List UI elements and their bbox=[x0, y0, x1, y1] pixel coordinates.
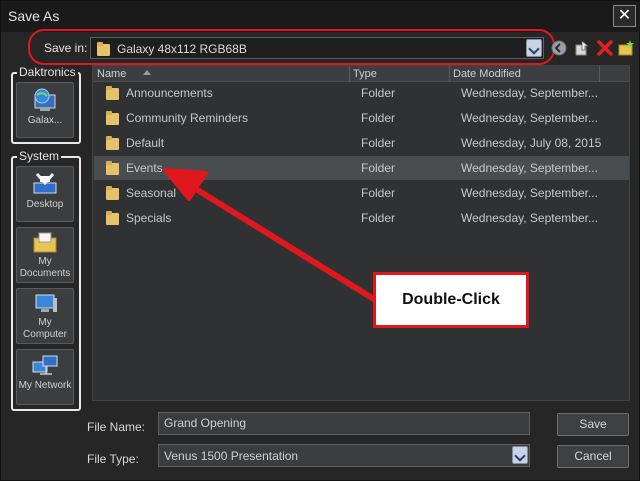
sidebar-item-my-computer[interactable]: My Computer bbox=[16, 288, 74, 344]
folder-icon bbox=[106, 111, 119, 125]
sidebar-group-system: System Desktop My Documents My Computer … bbox=[11, 149, 81, 411]
file-type-cell: Folder bbox=[361, 111, 396, 125]
annotation-arrow bbox=[163, 168, 380, 304]
file-type-dropdown[interactable]: Venus 1500 Presentation bbox=[158, 444, 530, 467]
sidebar-item-label-line1: My bbox=[38, 256, 52, 267]
sidebar-item-desktop[interactable]: Desktop bbox=[16, 166, 74, 222]
title-bar: Save As ✕ bbox=[1, 1, 640, 32]
column-header-type-label: Type bbox=[353, 68, 377, 80]
save-as-dialog: Save As ✕ Save in: Galaxy 48x112 RGB68B … bbox=[0, 0, 640, 481]
file-name-cell: Announcements bbox=[126, 86, 213, 100]
column-header-name[interactable]: Name bbox=[93, 67, 349, 81]
sidebar-item-label: Galax... bbox=[27, 115, 63, 126]
file-type-cell: Folder bbox=[361, 136, 396, 150]
folder-icon bbox=[106, 161, 119, 175]
sidebar-group-daktronics: Daktronics Galax... bbox=[11, 65, 81, 144]
save-button[interactable]: Save bbox=[557, 413, 629, 436]
sidebar-item-my-network[interactable]: My Network bbox=[16, 349, 74, 405]
documents-folder-icon bbox=[33, 232, 57, 253]
file-name-cell: Default bbox=[126, 136, 165, 150]
file-date-cell: Wednesday, September... bbox=[461, 186, 598, 200]
list-header: Name Type Date Modified bbox=[93, 66, 629, 82]
list-item[interactable]: Announcements Folder Wednesday, Septembe… bbox=[94, 81, 629, 105]
file-date-cell: Wednesday, September... bbox=[461, 161, 598, 175]
folder-icon bbox=[106, 136, 119, 150]
file-name-label: File Name: bbox=[87, 420, 146, 434]
file-type-value: Venus 1500 Presentation bbox=[164, 449, 299, 463]
folder-icon bbox=[106, 86, 119, 100]
sort-ascending-icon bbox=[143, 70, 151, 75]
network-icon bbox=[32, 355, 58, 375]
sidebar-item-label-line1: My bbox=[38, 317, 52, 328]
sidebar-item-label-line2: Documents bbox=[19, 268, 71, 279]
sidebar-item-label: My Network bbox=[18, 380, 72, 391]
delete-icon[interactable] bbox=[596, 39, 614, 57]
globe-computer-icon bbox=[34, 88, 56, 111]
close-button[interactable]: ✕ bbox=[613, 5, 636, 27]
highlight-annotation bbox=[28, 29, 555, 65]
sidebar-item-my-documents[interactable]: My Documents bbox=[16, 227, 74, 283]
new-folder-icon[interactable] bbox=[618, 39, 636, 57]
column-header-date[interactable]: Date Modified bbox=[449, 67, 599, 81]
group-label: Daktronics bbox=[17, 65, 78, 79]
file-type-cell: Folder bbox=[361, 86, 396, 100]
sidebar-item-label: Desktop bbox=[26, 199, 64, 210]
sidebar-item-galaxy[interactable]: Galax... bbox=[16, 82, 74, 138]
file-name-input[interactable]: Grand Opening bbox=[158, 412, 530, 435]
computer-icon bbox=[35, 294, 57, 312]
column-header-name-label: Name bbox=[97, 68, 127, 80]
list-item[interactable]: Default Folder Wednesday, July 08, 2015 bbox=[94, 131, 629, 155]
file-date-cell: Wednesday, September... bbox=[461, 111, 598, 125]
folder-icon bbox=[106, 211, 119, 225]
column-header-date-label: Date Modified bbox=[453, 68, 521, 80]
file-type-label: File Type: bbox=[87, 452, 139, 466]
close-icon: ✕ bbox=[617, 7, 632, 24]
chevron-down-icon[interactable] bbox=[512, 446, 528, 464]
column-separator[interactable] bbox=[599, 66, 600, 82]
window-title: Save As bbox=[8, 8, 60, 24]
file-name-cell: Community Reminders bbox=[126, 111, 249, 125]
file-date-cell: Wednesday, September... bbox=[461, 86, 598, 100]
cancel-button[interactable]: Cancel bbox=[557, 445, 629, 468]
column-header-type[interactable]: Type bbox=[349, 67, 449, 81]
sidebar-item-label-line2: Computer bbox=[23, 329, 67, 340]
file-date-cell: Wednesday, September... bbox=[461, 211, 598, 225]
desktop-icon bbox=[33, 173, 57, 194]
back-icon[interactable] bbox=[550, 39, 568, 57]
double-click-callout: Double-Click bbox=[373, 272, 529, 328]
file-date-cell: Wednesday, July 08, 2015 bbox=[461, 136, 602, 150]
folder-icon bbox=[106, 186, 119, 200]
list-item[interactable]: Community Reminders Folder Wednesday, Se… bbox=[94, 106, 629, 130]
up-folder-icon[interactable] bbox=[573, 39, 591, 57]
group-label: System bbox=[17, 149, 62, 163]
